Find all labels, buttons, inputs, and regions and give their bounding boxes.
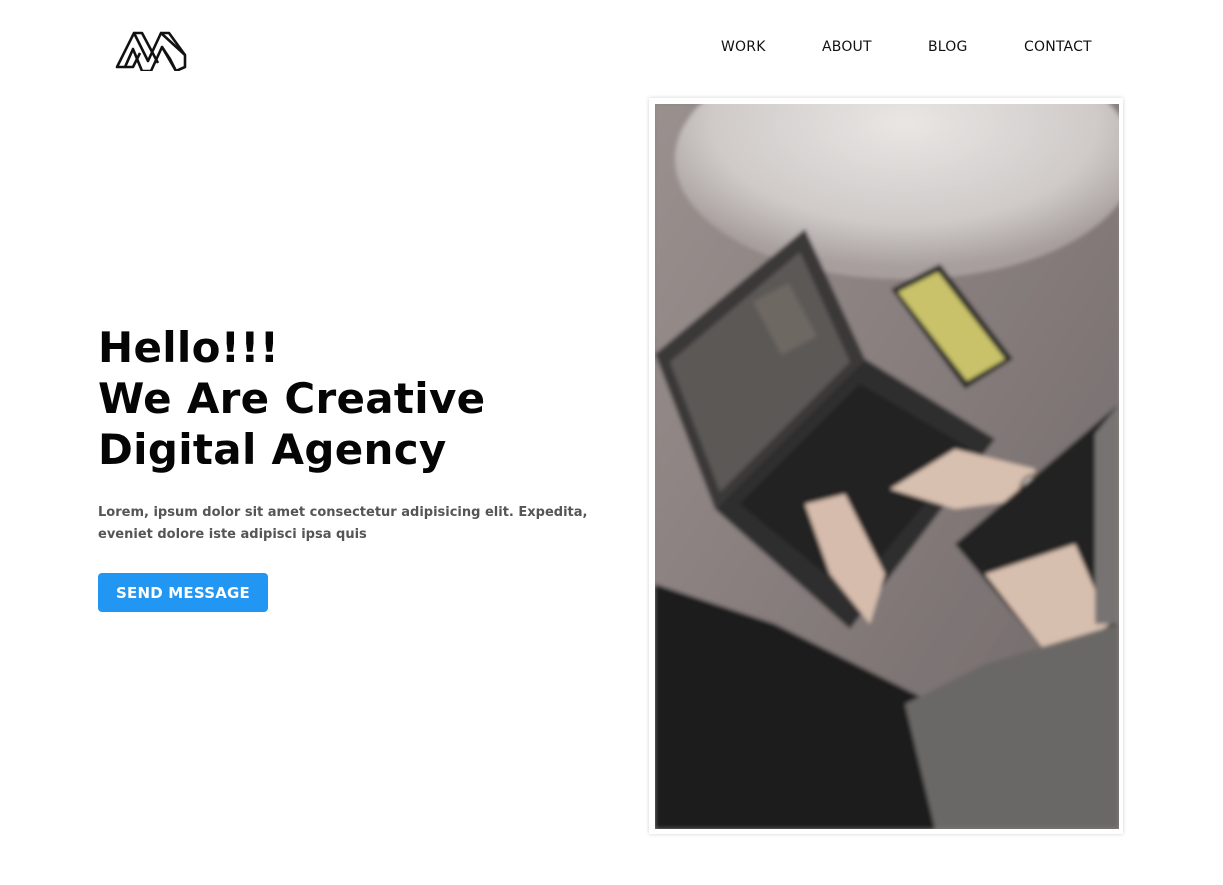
hero-title-line: Hello!!! [98, 323, 280, 372]
nav-item-contact[interactable]: CONTACT [1024, 39, 1092, 55]
hero-title: Hello!!! We Are Creative Digital Agency [98, 322, 628, 475]
nav-item-about[interactable]: ABOUT [822, 39, 872, 55]
hero-photo [655, 104, 1119, 829]
nav-item-blog[interactable]: BLOG [928, 39, 968, 55]
hero-title-line: Digital Agency [98, 425, 447, 474]
site-header: WORK ABOUT BLOG CONTACT [0, 0, 1223, 96]
hero-section: Hello!!! We Are Creative Digital Agency … [98, 322, 628, 542]
send-message-button[interactable]: SEND MESSAGE [98, 573, 268, 612]
main-nav: WORK ABOUT BLOG CONTACT [0, 39, 1223, 59]
nav-item-work[interactable]: WORK [721, 39, 766, 55]
hero-image-frame [649, 98, 1123, 834]
hero-description: Lorem, ipsum dolor sit amet consectetur … [98, 505, 588, 542]
hero-title-line: We Are Creative [98, 374, 486, 423]
